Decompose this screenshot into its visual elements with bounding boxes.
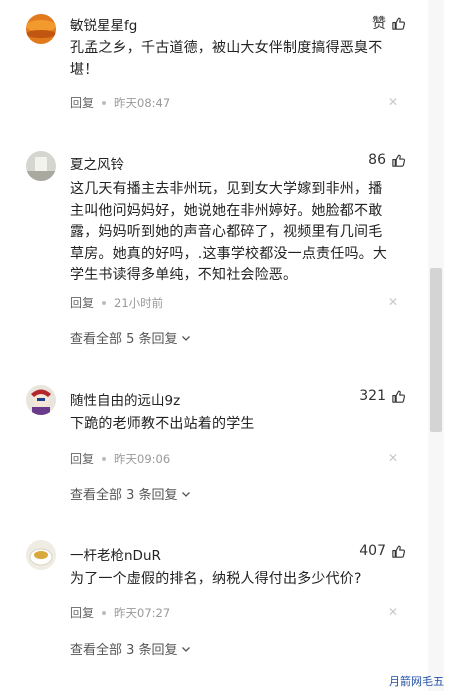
close-icon[interactable]: ✕ [388, 95, 398, 109]
comment-text: 这几天有播主去非州玩，见到女大学嫁到非州，播主叫他问妈妈好，她说她在非州婷好。她… [70, 181, 388, 283]
reply-button[interactable]: 回复 [70, 94, 94, 111]
close-icon[interactable]: ✕ [388, 295, 398, 309]
comment-time: 昨天07:27 [114, 605, 171, 620]
comment-meta: 回复 昨天07:27 [70, 604, 170, 621]
close-icon[interactable]: ✕ [388, 605, 398, 619]
close-icon[interactable]: ✕ [388, 451, 398, 465]
chevron-down-icon [181, 335, 190, 341]
reply-button[interactable]: 回复 [70, 604, 94, 621]
separator-dot [102, 300, 107, 305]
separator-dot [102, 610, 107, 615]
comment-meta: 回复 昨天09:06 [70, 450, 170, 467]
reply-button[interactable]: 回复 [70, 294, 94, 311]
see-all-replies[interactable]: 查看全部 3 条回复 [70, 484, 191, 503]
comment-time: 21小时前 [114, 295, 164, 310]
like-count: 86 [368, 152, 386, 168]
see-all-label: 查看全部 3 条回复 [70, 488, 178, 503]
username[interactable]: 敏锐星星fg [70, 14, 137, 34]
comment-time: 昨天08:47 [114, 95, 171, 110]
username[interactable]: 一杆老枪nDuR [70, 544, 161, 564]
thumbs-up-icon [392, 390, 406, 403]
comment-meta: 回复 昨天08:47 [70, 94, 170, 111]
like-button[interactable]: 86 [368, 152, 406, 168]
chevron-down-icon [181, 646, 190, 652]
thumbs-up-icon [392, 17, 406, 30]
separator-dot [102, 456, 107, 461]
like-button[interactable]: 407 [359, 543, 406, 559]
reply-button[interactable]: 回复 [70, 450, 94, 467]
avatar[interactable] [26, 14, 56, 44]
chevron-down-icon [181, 491, 190, 497]
see-all-label: 查看全部 5 条回复 [70, 332, 178, 347]
comment-text: 为了一个虚假的排名，纳税人得付出多少代价? [70, 571, 362, 587]
username[interactable]: 随性自由的远山9z [70, 389, 180, 409]
see-all-label: 查看全部 3 条回复 [70, 643, 178, 658]
scrollbar-thumb[interactable] [430, 268, 442, 432]
comment-text: 孔孟之乡，千古道德，被山大女伴制度搞得恶臭不堪！ [70, 40, 383, 78]
like-count: 赞 [372, 16, 386, 32]
watermark: 月箭网毛五 [389, 675, 444, 688]
like-count: 321 [359, 388, 386, 404]
like-button[interactable]: 赞 [372, 13, 406, 33]
like-button[interactable]: 321 [359, 388, 406, 404]
avatar[interactable] [26, 385, 56, 415]
see-all-replies[interactable]: 查看全部 5 条回复 [70, 328, 191, 347]
thumbs-up-icon [392, 545, 406, 558]
avatar[interactable] [26, 540, 56, 570]
comment-time: 昨天09:06 [114, 451, 171, 466]
username[interactable]: 夏之风铃 [70, 153, 124, 173]
like-count: 407 [359, 543, 386, 559]
see-all-replies[interactable]: 查看全部 3 条回复 [70, 639, 191, 658]
avatar[interactable] [26, 151, 56, 181]
thumbs-up-icon [392, 154, 406, 167]
comment-meta: 回复 21小时前 [70, 294, 163, 311]
separator-dot [102, 100, 107, 105]
comment-text: 下跪的老师教不出站着的学生 [70, 416, 255, 432]
